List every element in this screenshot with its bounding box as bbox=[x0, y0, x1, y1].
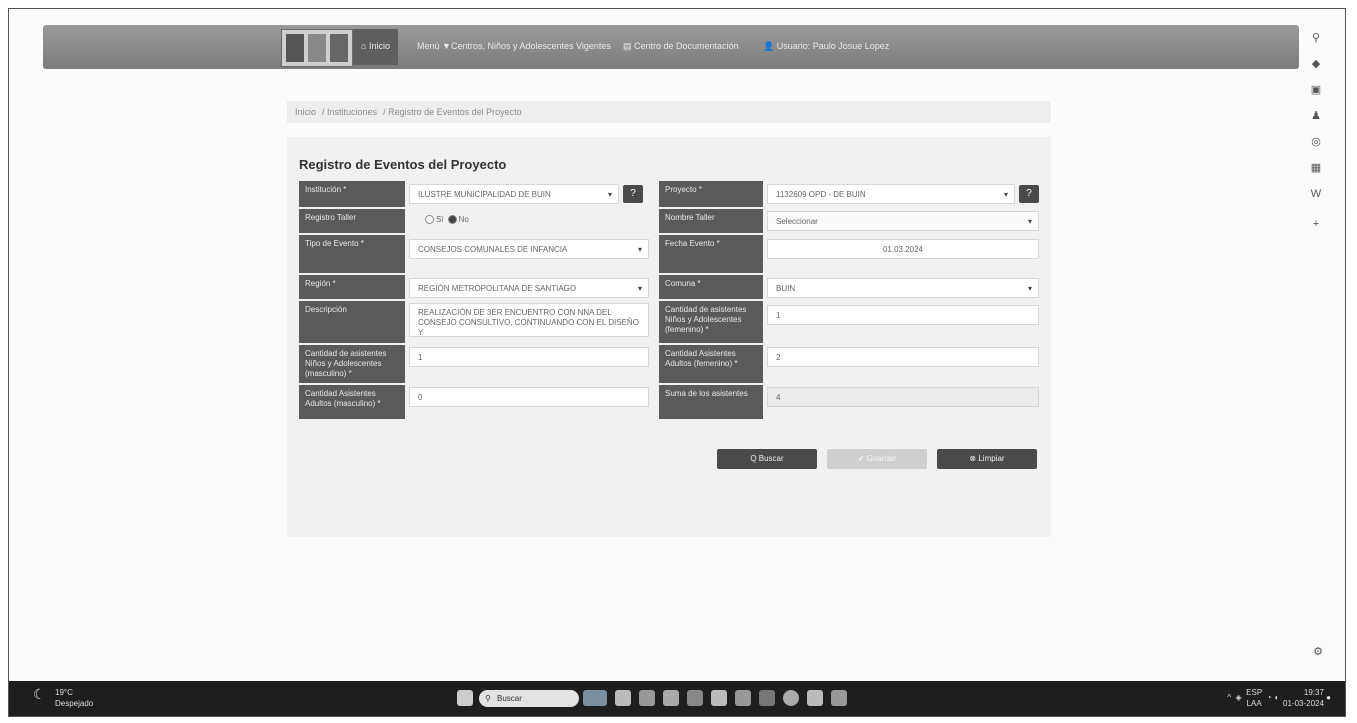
notification-icon: ● bbox=[1326, 693, 1331, 703]
cant-adultos-fem-label: Cantidad Asistentes Adultos (femenino) * bbox=[659, 345, 763, 383]
briefcase-icon[interactable]: ▣ bbox=[1309, 83, 1323, 97]
region-select[interactable]: REGIÓN METROPOLITANA DE SANTIAGO ▾ bbox=[409, 278, 649, 298]
fecha-evento-label: Fecha Evento * bbox=[659, 235, 763, 273]
teams-icon[interactable] bbox=[807, 690, 823, 706]
comuna-label: Comuna * bbox=[659, 275, 763, 299]
region-label: Región * bbox=[299, 275, 405, 299]
chat-icon[interactable] bbox=[639, 690, 655, 706]
clear-button[interactable]: ⊗ Limpiar bbox=[937, 449, 1037, 469]
nav-centers[interactable]: Centros, Niños y Adolescentes Vigentes bbox=[451, 41, 611, 51]
registro-taller-radios: Si No bbox=[425, 215, 469, 225]
system-tray[interactable]: ^ ◈ ESP LAA ◔ ◖ 19:37 01-03-2024 ● bbox=[1227, 687, 1331, 709]
windows-taskbar: ☾ 19°C Despejado ⚲ Buscar ^ ◈ ESP LAA ◔ bbox=[9, 681, 1345, 716]
registro-taller-label: Registro Taller bbox=[299, 209, 405, 233]
form-panel: Registro de Eventos del Proyecto Institu… bbox=[287, 137, 1051, 537]
circle-icon[interactable]: ◎ bbox=[1309, 135, 1323, 149]
fecha-evento-input[interactable]: 01.03.2024 bbox=[767, 239, 1039, 259]
search-button[interactable]: Q Buscar bbox=[717, 449, 817, 469]
suma-label: Suma de los asistentes bbox=[659, 385, 763, 419]
cant-adultos-fem-input[interactable]: 2 bbox=[767, 347, 1039, 367]
comuna-select[interactable]: BUIN ▾ bbox=[767, 278, 1039, 298]
help-button[interactable]: ? bbox=[623, 185, 643, 203]
home-icon: ⌂ bbox=[361, 41, 369, 51]
help-button[interactable]: ? bbox=[1019, 185, 1039, 203]
institucion-label: Institución * bbox=[299, 181, 405, 207]
tipo-evento-select[interactable]: CONSEJOS COMUNALES DE INFANCIA ▾ bbox=[409, 239, 649, 259]
question-icon: ? bbox=[1026, 188, 1032, 199]
calendar-icon[interactable] bbox=[711, 690, 727, 706]
network-icon: ◈ bbox=[1235, 693, 1242, 703]
chevron-down-icon: ▾ bbox=[637, 245, 642, 254]
chevron-down-icon: ▾ bbox=[1027, 217, 1032, 226]
chevron-down-icon: ▾ bbox=[1027, 284, 1032, 293]
person-icon[interactable]: ♟ bbox=[1309, 109, 1323, 123]
page-title: Registro de Eventos del Proyecto bbox=[299, 157, 507, 172]
user-icon: 👤 bbox=[763, 41, 777, 51]
tag-icon[interactable]: ◆ bbox=[1309, 57, 1323, 71]
cant-nna-masc-label: Cantidad de asistentes Niños y Adolescen… bbox=[299, 345, 405, 383]
breadcrumb-item[interactable]: Inicio bbox=[295, 107, 316, 117]
tipo-evento-label: Tipo de Evento * bbox=[299, 235, 405, 273]
proyecto-select[interactable]: 1132609 OPD - DE BUIN ▾ bbox=[767, 184, 1015, 204]
weather-widget[interactable]: ☾ 19°C Despejado bbox=[33, 687, 93, 709]
wifi-icon: ◔ bbox=[1266, 693, 1272, 703]
cant-nna-masc-input[interactable]: 1 bbox=[409, 347, 649, 367]
chrome-icon[interactable] bbox=[783, 690, 799, 706]
nav-menu[interactable]: Menú ▼ bbox=[417, 41, 451, 51]
settings-icon[interactable]: ⚙ bbox=[1313, 645, 1323, 658]
cant-adultos-masc-input[interactable]: 0 bbox=[409, 387, 649, 407]
app-icon[interactable] bbox=[735, 690, 751, 706]
widget-icon[interactable] bbox=[583, 690, 607, 706]
task-view-icon[interactable] bbox=[615, 690, 631, 706]
suma-input: 4 bbox=[767, 387, 1039, 407]
search-icon[interactable]: ⚲ bbox=[1309, 31, 1323, 45]
nav-user[interactable]: 👤 Usuario: Paulo Josue Lopez bbox=[763, 41, 889, 52]
screen-frame: ⌂ Inicio Menú ▼ Centros, Niños y Adolesc… bbox=[8, 8, 1346, 717]
proyecto-label: Proyecto * bbox=[659, 181, 763, 207]
nav-home[interactable]: ⌂ Inicio bbox=[353, 29, 398, 65]
cant-adultos-masc-label: Cantidad Asistentes Adultos (masculino) … bbox=[299, 385, 405, 419]
store-icon[interactable] bbox=[687, 690, 703, 706]
chevron-down-icon: ▾ bbox=[1003, 190, 1008, 199]
radio-si[interactable] bbox=[425, 215, 434, 225]
save-button[interactable]: ✔ Guardar bbox=[827, 449, 927, 469]
file-explorer-icon[interactable] bbox=[663, 690, 679, 706]
cant-nna-fem-label: Cantidad de asistentes Niños y Adolescen… bbox=[659, 301, 763, 343]
start-icon[interactable] bbox=[457, 690, 473, 706]
logo bbox=[281, 29, 353, 67]
browser-sidebar: ⚲ ◆ ▣ ♟ ◎ ▦ W + bbox=[1309, 31, 1323, 243]
nombre-taller-select[interactable]: Seleccionar ▾ bbox=[767, 211, 1039, 231]
search-icon: ⚲ bbox=[485, 694, 491, 703]
office-icon[interactable]: ▦ bbox=[1309, 161, 1323, 175]
word-icon[interactable]: W bbox=[1309, 187, 1323, 201]
nombre-taller-label: Nombre Taller bbox=[659, 209, 763, 233]
cant-nna-fem-input[interactable]: 1 bbox=[767, 305, 1039, 325]
nav-docs[interactable]: ▤ Centro de Documentación bbox=[623, 41, 739, 52]
descripcion-textarea[interactable]: REALIZACIÓN DE 3ER ENCUENTRO CON NNA DEL… bbox=[409, 303, 649, 337]
top-navbar: ⌂ Inicio Menú ▼ Centros, Niños y Adolesc… bbox=[43, 25, 1299, 69]
breadcrumb-item: Registro de Eventos del Proyecto bbox=[388, 107, 522, 117]
breadcrumb: Inicio / Instituciones / Registro de Event… bbox=[287, 101, 1051, 123]
document-icon: ▤ bbox=[623, 41, 635, 51]
question-icon: ? bbox=[630, 188, 636, 199]
volume-icon: ◖ bbox=[1273, 693, 1279, 703]
photos-icon[interactable] bbox=[831, 690, 847, 706]
institucion-select[interactable]: ILUSTRE MUNICIPALIDAD DE BUIN ▾ bbox=[409, 184, 619, 204]
radio-no[interactable] bbox=[447, 215, 457, 225]
weather-icon: ☾ bbox=[33, 686, 46, 702]
chevron-down-icon: ▾ bbox=[637, 284, 642, 293]
chevron-down-icon: ▾ bbox=[607, 190, 612, 199]
chevron-up-icon: ^ bbox=[1227, 693, 1232, 703]
taskbar-search[interactable]: ⚲ Buscar bbox=[479, 690, 579, 707]
descripcion-label: Descripción bbox=[299, 301, 405, 343]
plus-icon[interactable]: + bbox=[1309, 217, 1323, 231]
breadcrumb-item[interactable]: Instituciones bbox=[327, 107, 377, 117]
shield-icon[interactable] bbox=[759, 690, 775, 706]
